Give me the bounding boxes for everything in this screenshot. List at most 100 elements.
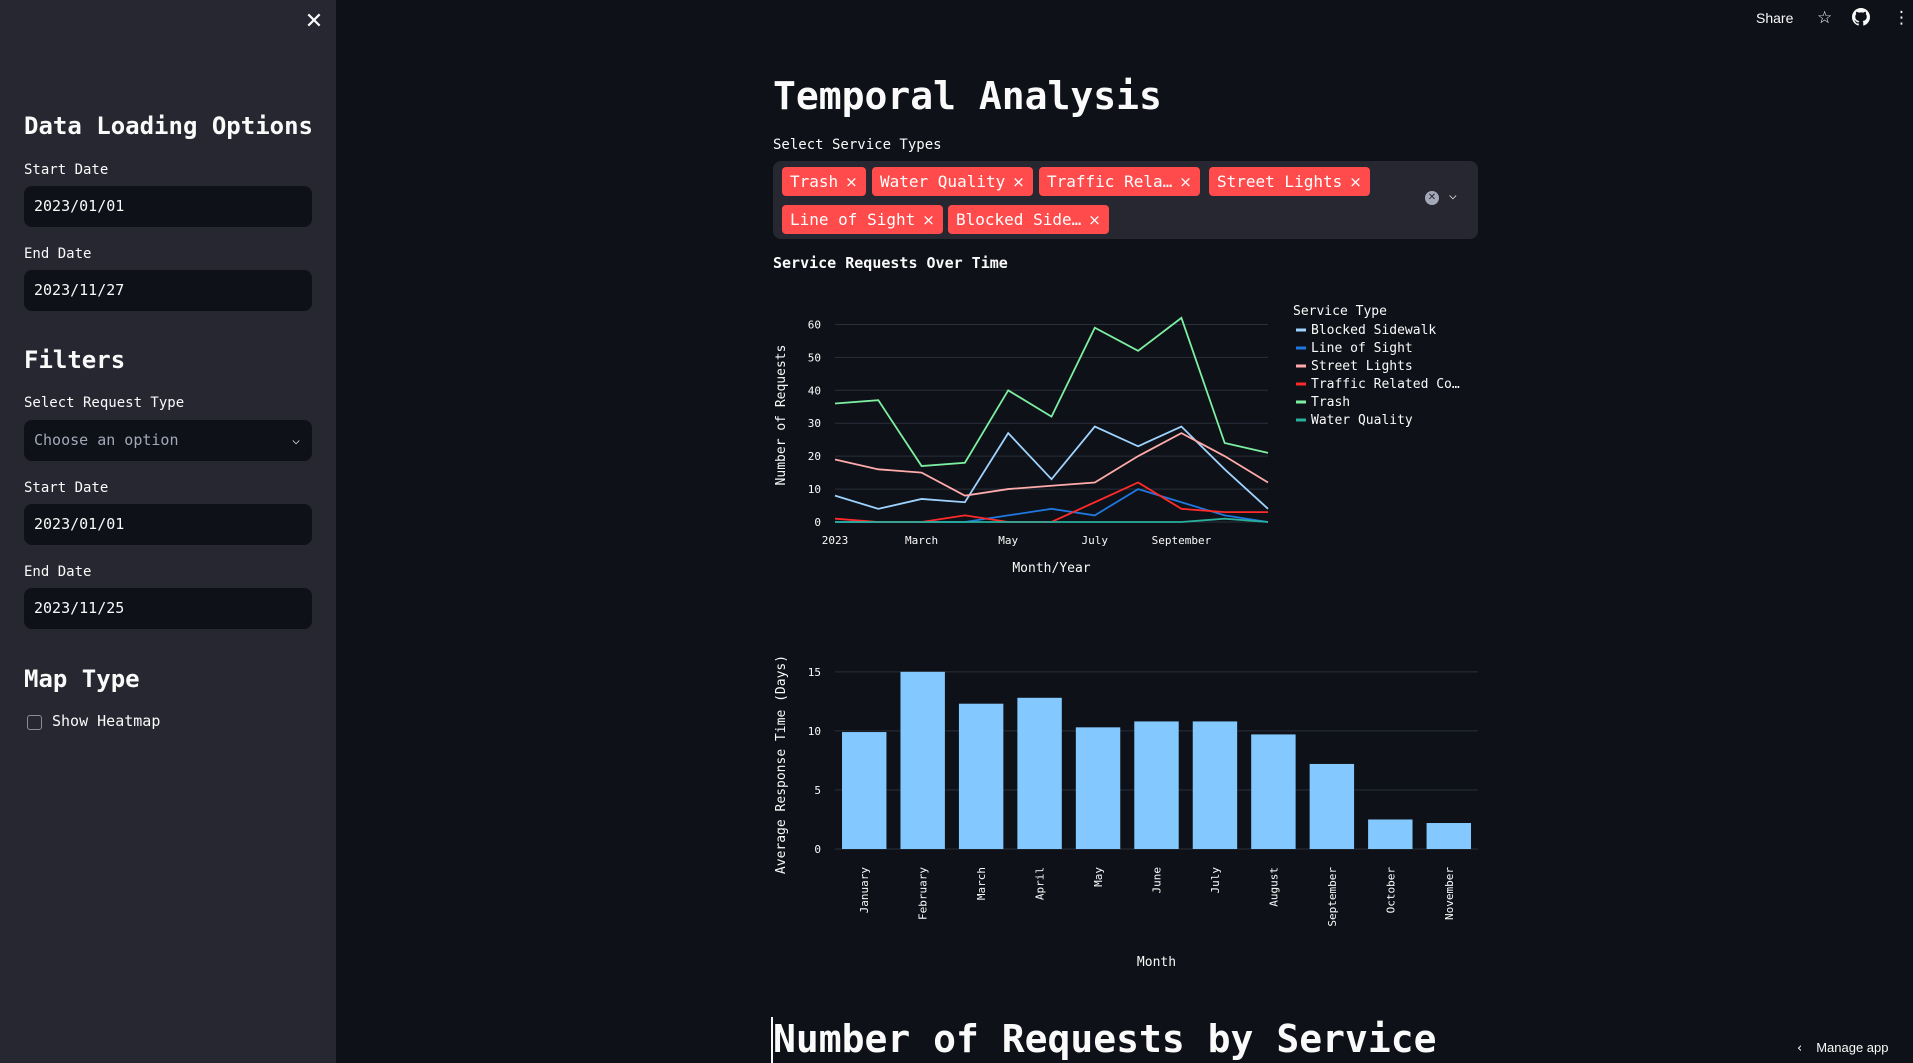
y-tick-label: 20 xyxy=(808,450,821,463)
x-tick-label: May xyxy=(998,534,1018,547)
x-tick-label: March xyxy=(975,867,988,900)
remove-tag-icon[interactable]: × xyxy=(1179,173,1192,191)
end-date-input[interactable]: 2023/11/27 xyxy=(24,270,312,311)
y-tick-label: 60 xyxy=(808,318,821,331)
clear-all-icon[interactable]: ✕ xyxy=(1425,191,1439,205)
x-tick-label: July xyxy=(1209,867,1222,894)
bar-september xyxy=(1309,763,1355,849)
x-tick-label: September xyxy=(1152,534,1212,547)
y-tick-label: 5 xyxy=(814,784,821,797)
service-types-label: Select Service Types xyxy=(773,137,942,153)
remove-tag-icon[interactable]: × xyxy=(845,173,858,191)
legend-item: Water Quality xyxy=(1311,413,1413,428)
star-icon[interactable]: ☆ xyxy=(1817,8,1832,28)
manage-app-button[interactable]: ‹ Manage app xyxy=(1797,1040,1888,1056)
bar-january xyxy=(842,732,887,849)
bar-august xyxy=(1251,734,1296,849)
y-tick-label: 30 xyxy=(808,417,821,430)
y-tick-label: 15 xyxy=(808,666,821,679)
series-line-0 xyxy=(834,425,1269,510)
y-tick-label: 10 xyxy=(808,483,821,496)
series-line-2 xyxy=(834,432,1269,497)
close-icon[interactable]: ✕ xyxy=(300,8,328,36)
request-type-placeholder: Choose an option xyxy=(34,431,179,449)
legend-item: Street Lights xyxy=(1311,359,1413,374)
y-axis-label: Average Response Time (Days) xyxy=(774,655,789,874)
tag-trash[interactable]: Trash × xyxy=(782,167,866,196)
y-tick-label: 50 xyxy=(808,351,821,364)
request-type-label: Select Request Type xyxy=(24,395,185,411)
page-title: Temporal Analysis xyxy=(773,74,1162,118)
remove-tag-icon[interactable]: × xyxy=(922,211,935,229)
line-chart-title: Service Requests Over Time xyxy=(773,254,1008,272)
data-loading-heading: Data Loading Options xyxy=(24,112,313,140)
tag-traffic-related[interactable]: Traffic Rela… × xyxy=(1039,167,1200,196)
filter-start-date-label: Start Date xyxy=(24,480,109,496)
text-cursor xyxy=(771,1017,773,1063)
y-tick-label: 0 xyxy=(814,516,821,529)
chevron-down-icon: ⌵ xyxy=(292,433,300,448)
x-tick-label: August xyxy=(1267,867,1280,907)
y-tick-label: 40 xyxy=(808,384,821,397)
github-icon[interactable] xyxy=(1852,8,1870,31)
bar-october xyxy=(1368,819,1413,849)
x-tick-label: June xyxy=(1151,867,1164,894)
section-heading: Number of Requests by Service xyxy=(773,1017,1437,1061)
chevron-down-icon[interactable]: ⌵ xyxy=(1449,188,1457,203)
x-tick-label: November xyxy=(1443,867,1456,920)
x-tick-label: February xyxy=(917,867,930,920)
heatmap-label[interactable]: Show Heatmap xyxy=(52,712,160,730)
x-tick-label: September xyxy=(1326,867,1339,927)
tag-blocked-sidewalk[interactable]: Blocked Side… × xyxy=(948,205,1109,234)
more-menu-icon[interactable]: ⋮ xyxy=(1893,8,1910,28)
x-tick-label: October xyxy=(1384,867,1397,914)
x-tick-label: April xyxy=(1034,867,1047,900)
series-line-3 xyxy=(834,481,1268,523)
request-type-select[interactable]: Choose an option ⌵ xyxy=(24,420,312,461)
remove-tag-icon[interactable]: × xyxy=(1012,173,1025,191)
x-tick-label: January xyxy=(858,867,871,914)
bar-july xyxy=(1192,721,1238,849)
series-line-1 xyxy=(835,488,1269,523)
bar-march xyxy=(958,703,1004,849)
tag-street-lights[interactable]: Street Lights × xyxy=(1209,167,1370,196)
x-tick-label: July xyxy=(1082,534,1109,547)
bar-june xyxy=(1134,721,1179,849)
heatmap-checkbox[interactable] xyxy=(27,715,42,730)
filter-end-date-label: End Date xyxy=(24,564,92,580)
y-tick-label: 0 xyxy=(814,843,821,856)
x-tick-label: March xyxy=(905,534,938,547)
bar-february xyxy=(900,671,945,849)
remove-tag-icon[interactable]: × xyxy=(1088,211,1101,229)
filter-start-date-input[interactable]: 2023/01/01 xyxy=(24,504,312,545)
line-chart: 0 10 20 30 40 50 60 2023 March May July September Mo… xyxy=(774,304,1460,576)
tag-line-of-sight[interactable]: Line of Sight × xyxy=(782,205,943,234)
sidebar: ✕ Data Loading Options Start Date 2023/0… xyxy=(0,0,336,1063)
legend-item: Blocked Sidewalk xyxy=(1311,323,1436,338)
y-tick-label: 10 xyxy=(808,725,821,738)
chevron-left-icon: ‹ xyxy=(1797,1041,1803,1056)
filters-heading: Filters xyxy=(24,346,126,374)
tag-water-quality[interactable]: Water Quality × xyxy=(872,167,1033,196)
legend-item: Traffic Related Co… xyxy=(1311,377,1460,392)
end-date-label: End Date xyxy=(24,246,92,262)
x-tick-label: May xyxy=(1092,867,1105,887)
map-type-heading: Map Type xyxy=(24,665,140,693)
bar-april xyxy=(1017,697,1062,849)
x-axis-label: Month xyxy=(1137,955,1176,970)
x-axis-label: Month/Year xyxy=(1012,561,1090,576)
remove-tag-icon[interactable]: × xyxy=(1349,173,1362,191)
start-date-label: Start Date xyxy=(24,162,109,178)
x-tick-label: 2023 xyxy=(822,534,849,547)
bar-november xyxy=(1426,823,1471,849)
y-axis-label: Number of Requests xyxy=(774,345,789,486)
bar-chart: 0 5 10 15 January February March April May June Ju… xyxy=(774,655,1478,970)
share-button[interactable]: Share xyxy=(1756,10,1793,26)
start-date-input[interactable]: 2023/01/01 xyxy=(24,186,312,227)
legend-title: Service Type xyxy=(1293,304,1387,319)
bar-may xyxy=(1075,727,1121,849)
legend-item: Line of Sight xyxy=(1311,341,1413,356)
legend-item: Trash xyxy=(1311,395,1350,410)
service-types-multiselect[interactable]: Trash × Water Quality × Traffic Rela… × Str… xyxy=(773,161,1478,239)
filter-end-date-input[interactable]: 2023/11/25 xyxy=(24,588,312,629)
